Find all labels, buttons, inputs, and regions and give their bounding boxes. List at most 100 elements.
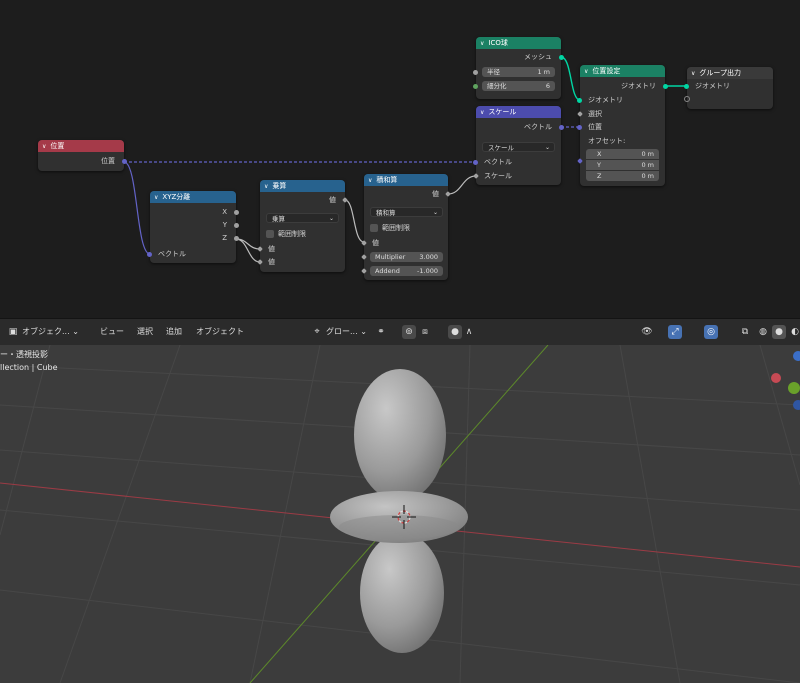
position-socket[interactable] [577,125,582,130]
operation-value: スケール [488,144,514,152]
material-shading-icon[interactable]: ◐ [788,325,800,339]
transform-orientation-icon[interactable]: ⌖ [310,325,324,339]
chevron-down-icon: ⌄ [72,327,79,336]
node-title: 位置設定 [592,67,621,75]
node-editor[interactable]: ∨ 位置 位置 ∨ XYZ分離 X Y Z ベクトル ∨ 乗算 値 乗算 ⌄ 範囲制限 … [0,0,800,318]
node-title: ICO球 [488,39,508,47]
subdivisions-socket[interactable] [473,84,478,89]
menu-select[interactable]: 選択 [137,325,153,339]
overlays-icon[interactable]: ◎ [704,325,718,339]
proportional-edit-icon[interactable]: ● [448,325,462,339]
node-title: スケール [488,108,517,116]
link-muladd-to-scale [447,175,477,195]
group-output-node[interactable]: ∨ グループ出力 ジオメトリ [684,67,773,109]
set-position-node[interactable]: ∨ 位置設定 ジオメトリ ジオメトリ 選択 位置 オフセット: X 0 m Y 0 m… [577,65,668,186]
node-title: XYZ分離 [162,193,191,201]
offset-label: オフセット: [588,137,626,145]
output-label: 値 [432,190,439,198]
output-mesh-socket[interactable] [559,55,564,60]
chevron-down-icon: ∨ [691,70,696,77]
separate-xyz-node[interactable]: ∨ XYZ分離 X Y Z ベクトル [147,191,239,263]
chevron-down-icon: ⌄ [328,215,334,222]
output-x-socket[interactable] [234,210,239,215]
output-y-socket[interactable] [234,223,239,228]
mode-icon[interactable]: ▣ [6,325,20,339]
output-socket[interactable] [122,159,127,164]
node-header: ∨ 積和算 [364,174,448,186]
empty-socket[interactable] [684,96,690,102]
addend-field[interactable]: Addend -1.000 [370,266,443,276]
snap-target-icon[interactable]: ⧈ [418,325,432,339]
clamp-checkbox[interactable] [370,224,378,232]
operation-dropdown[interactable]: 積和算 ⌄ [370,207,443,217]
xray-icon[interactable]: ⧉ [738,325,752,339]
pivot-icon[interactable]: ⚭ [374,325,388,339]
clamp-label: 範囲制限 [278,230,306,238]
operation-value: 積和算 [376,209,396,217]
menu-object[interactable]: オブジェクト [196,325,244,339]
falloff-icon[interactable]: ∧ [462,325,476,339]
x-value: 0 m [641,150,654,158]
navigation-gizmo [771,351,800,410]
output-x-label: X [222,208,227,216]
output-z-socket[interactable] [234,236,239,241]
node-header: ∨ 乗算 [260,180,345,192]
scale-node[interactable]: ∨ スケール ベクトル スケール ⌄ ベクトル スケール [473,106,564,185]
output-y-label: Y [222,221,227,229]
output-vector-label: ベクトル [524,123,552,131]
input-geometry-socket[interactable] [577,98,582,103]
input-geometry-socket[interactable] [684,84,689,89]
subdivisions-field[interactable]: 細分化 6 [482,81,555,91]
offset-y-field[interactable]: Y 0 m [586,160,659,170]
input-vector-socket[interactable] [147,252,152,257]
orientation-dropdown[interactable]: グロー... ⌄ [326,325,367,339]
node-header: ∨ XYZ分離 [150,191,236,203]
subdivisions-label: 細分化 [487,82,507,90]
operation-dropdown[interactable]: スケール ⌄ [482,142,555,152]
z-value: 0 m [641,172,654,180]
clamp-label: 範囲制限 [382,224,410,232]
link-z-to-multiply [235,238,261,250]
operation-dropdown[interactable]: 乗算 ⌄ [266,213,339,223]
offset-z-field[interactable]: Z 0 m [586,171,659,181]
position-node[interactable]: ∨ 位置 位置 [38,140,127,171]
chevron-down-icon: ∨ [42,143,47,150]
3d-viewport[interactable]: ー・透視投影 llection | Cube [0,345,800,683]
input-vector-socket[interactable] [473,160,478,165]
y-label: Y [597,161,601,169]
multiply-node[interactable]: ∨ 乗算 値 乗算 ⌄ 範囲制限 値 値 [257,180,348,272]
clamp-checkbox[interactable] [266,230,274,238]
menu-add[interactable]: 追加 [166,325,182,339]
offset-x-field[interactable]: X 0 m [586,149,659,159]
mode-dropdown[interactable]: オブジェク... ⌄ [22,325,79,339]
output-geometry-socket[interactable] [663,84,668,89]
multiplier-field[interactable]: Multiplier 3.000 [370,252,443,262]
output-vector-socket[interactable] [559,125,564,130]
radius-socket[interactable] [473,70,478,75]
link-z-to-multiply-2 [235,238,261,263]
radius-value: 1 m [537,68,550,76]
link-multiply-to-muladd [344,199,365,243]
solid-shading-icon[interactable]: ● [772,325,786,339]
menu-view[interactable]: ビュー [100,325,124,339]
viewport-title: ー・透視投影 [0,350,48,359]
gizmo-icon[interactable]: ⤢ [668,325,682,339]
node-title: 積和算 [376,176,398,184]
input-value-label: 値 [372,239,379,247]
viewport-collection: llection | Cube [0,363,58,372]
output-geometry-label: ジオメトリ [621,82,656,90]
y-value: 0 m [641,161,654,169]
input-value-1-label: 値 [268,245,275,253]
chevron-down-icon: ∨ [480,40,485,47]
output-z-label: Z [222,234,227,242]
snap-icon[interactable]: ⊚ [402,325,416,339]
chevron-down-icon: ∨ [480,109,485,116]
ico-sphere-node[interactable]: ∨ ICO球 メッシュ 半径 1 m 細分化 6 [473,37,564,99]
node-header: ∨ ICO球 [476,37,561,49]
multiply-add-node[interactable]: ∨ 積和算 値 積和算 ⌄ 範囲制限 値 Multiplier 3.000 Adden… [361,174,451,280]
torus-shadow [339,515,459,539]
radius-field[interactable]: 半径 1 m [482,67,555,77]
chevron-down-icon: ⌄ [544,144,550,151]
wireframe-shading-icon[interactable]: ◍ [756,325,770,339]
visibility-eye-icon[interactable]: 👁 [640,325,654,339]
